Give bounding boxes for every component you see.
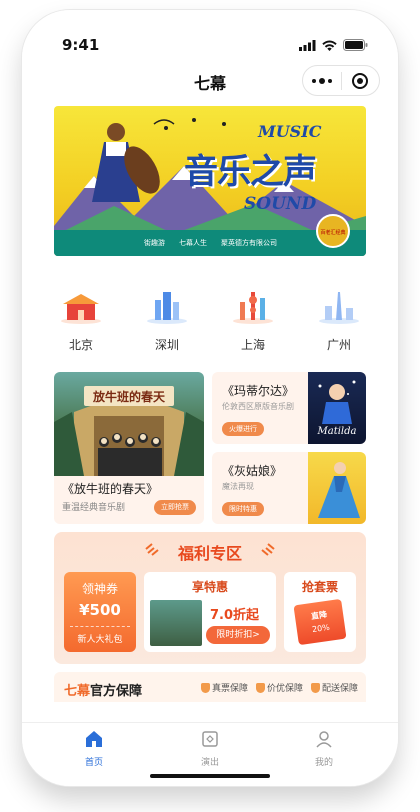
more-dot <box>319 77 325 84</box>
show-thumbnail <box>308 452 366 524</box>
city-label: 深圳 <box>154 338 179 352</box>
sponsor-1: 街趣游 <box>144 239 165 247</box>
welfare-title: 福利专区 <box>177 544 242 563</box>
show-card-cinderella[interactable]: 《灰姑娘》 魔法再现 限时特惠 <box>212 452 366 524</box>
signal-icon <box>299 39 316 51</box>
guarantee-item-label: 价优保障 <box>266 684 303 694</box>
mini-program-capsule <box>302 65 380 96</box>
sponsor-3: 聚英德方有限公司 <box>221 239 277 247</box>
shenzhen-skyline-icon <box>147 292 187 324</box>
tab-mine[interactable]: 我的 <box>294 729 354 768</box>
battery-icon <box>343 39 368 51</box>
city-beijing[interactable]: 北京 <box>52 288 110 353</box>
city-guangzhou[interactable]: 广州 <box>310 288 368 353</box>
guangzhou-tower-icon <box>319 292 359 324</box>
guarantee-label: 官方保障 <box>90 684 143 699</box>
guarantee-item: 配送保障 <box>310 681 358 694</box>
city-label: 广州 <box>326 338 351 352</box>
coupon-card[interactable]: 领神券 ¥500 新人大礼包 <box>64 572 136 652</box>
wifi-icon <box>322 40 337 51</box>
target-icon <box>352 72 369 89</box>
beijing-gate-icon <box>61 294 101 324</box>
show-subtitle: 伦敦西区原版音乐剧 <box>222 402 294 411</box>
show-poster: 放牛班的春天 <box>54 372 204 476</box>
shield-icon <box>255 682 265 693</box>
more-dot <box>312 78 316 83</box>
coupon-subtitle: 新人大礼包 <box>77 635 123 645</box>
coupon-divider <box>70 626 130 627</box>
sparkle-right-icon <box>261 543 275 556</box>
show-name: 《玛蒂尔达》 <box>222 384 295 398</box>
hot-selling-button[interactable]: 火爆进行 <box>222 422 264 436</box>
city-selector: 北京 深圳 上海 广州 <box>52 288 368 353</box>
nav-bar: 七幕 <box>22 60 398 102</box>
banner-carousel[interactable]: MUSIC 音乐之声 SOUND 街趣游 七幕人生 聚英德方有限公司 百老汇经典 <box>54 106 366 256</box>
discount-title: 享特惠 <box>191 580 228 594</box>
screen: 9:41 七幕 MUSIC 音乐之声 SOUND 街趣游 七幕人生 聚英德方有限… <box>22 10 398 786</box>
shield-icon <box>310 682 320 693</box>
banner-badge: 百老汇经典 <box>316 214 350 248</box>
city-shanghai[interactable]: 上海 <box>224 288 282 353</box>
banner-music-word: MUSIC <box>258 122 322 141</box>
limited-offer-button[interactable]: 限时特惠 <box>222 502 264 516</box>
guarantee-item-label: 真票保障 <box>211 684 248 694</box>
guarantee-title: 七幕官方保障 <box>64 680 142 699</box>
welfare-zone: 福利专区 领神券 ¥500 新人大礼包 享特惠 7.0折起 限时折扣> 抢套票 … <box>54 532 366 664</box>
guarantee-items: 真票保障 价优保障 配送保障 <box>200 681 358 694</box>
coupon-value: ¥500 <box>79 601 121 619</box>
tab-label: 演出 <box>200 758 219 768</box>
tab-home[interactable]: 首页 <box>64 729 124 768</box>
guarantee-item-label: 配送保障 <box>321 684 358 694</box>
city-shenzhen[interactable]: 深圳 <box>138 288 196 353</box>
official-guarantee: 七幕官方保障 真票保障 价优保障 配送保障 <box>54 672 366 702</box>
guarantee-brand: 七幕 <box>64 684 91 699</box>
show-card-featured[interactable]: 放牛班的春天 《放牛班的春天》 重温经典音乐剧 立即抢票 <box>54 372 204 524</box>
show-card-matilda[interactable]: 《玛蒂尔达》 伦敦西区原版音乐剧 火爆进行 Matilda <box>212 372 366 444</box>
poster-title: 放牛班的春天 <box>92 390 165 404</box>
status-icons <box>299 39 368 51</box>
discount-card[interactable]: 享特惠 7.0折起 限时折扣> <box>144 572 276 652</box>
show-name: 《放牛班的春天》 <box>62 482 159 496</box>
city-label: 北京 <box>68 338 93 352</box>
sponsor-2: 七幕人生 <box>179 239 207 247</box>
banner-sound-word: SOUND <box>244 194 317 214</box>
package-title: 抢套票 <box>301 580 338 594</box>
package-ticket-card[interactable]: 抢套票 直降 20% <box>284 572 356 652</box>
status-time: 9:41 <box>62 36 100 54</box>
show-subtitle: 魔法再现 <box>222 482 254 491</box>
matilda-wordmark: Matilda <box>317 426 357 437</box>
guarantee-item: 价优保障 <box>255 681 303 694</box>
buy-ticket-button[interactable]: 立即抢票 <box>154 500 196 515</box>
cinderella-art <box>318 462 360 518</box>
home-content: MUSIC 音乐之声 SOUND 街趣游 七幕人生 聚英德方有限公司 百老汇经典… <box>22 102 398 722</box>
close-button[interactable] <box>342 65 379 96</box>
ticket-icon <box>202 731 218 747</box>
banner-headline: 音乐之声 <box>184 152 317 192</box>
ticket-icon: 直降 20% <box>293 598 347 646</box>
show-thumbnail: Matilda <box>308 372 366 444</box>
tab-shows[interactable]: 演出 <box>180 729 240 768</box>
discount-poster <box>150 600 202 646</box>
more-button[interactable] <box>303 65 341 96</box>
shanghai-tower-icon <box>233 292 273 324</box>
tab-bar: 首页 演出 我的 <box>22 722 398 786</box>
coupon-title: 领神券 <box>81 582 118 596</box>
show-subtitle: 重温经典音乐剧 <box>62 503 126 513</box>
discount-value: 7.0折起 <box>210 608 260 623</box>
show-name: 《灰姑娘》 <box>222 464 283 478</box>
guarantee-item: 真票保障 <box>200 681 248 694</box>
tab-label: 我的 <box>314 758 333 768</box>
more-dot <box>328 78 332 83</box>
phone-frame: 9:41 七幕 MUSIC 音乐之声 SOUND 街趣游 七幕人生 聚英德方有限… <box>22 10 398 786</box>
home-icon <box>86 731 102 747</box>
shield-icon <box>200 682 210 693</box>
home-indicator <box>150 774 270 778</box>
city-label: 上海 <box>240 338 265 352</box>
limited-discount-button[interactable]: 限时折扣> <box>206 626 270 644</box>
user-icon <box>316 731 332 748</box>
status-bar: 9:41 <box>22 10 398 60</box>
tab-label: 首页 <box>84 758 103 768</box>
